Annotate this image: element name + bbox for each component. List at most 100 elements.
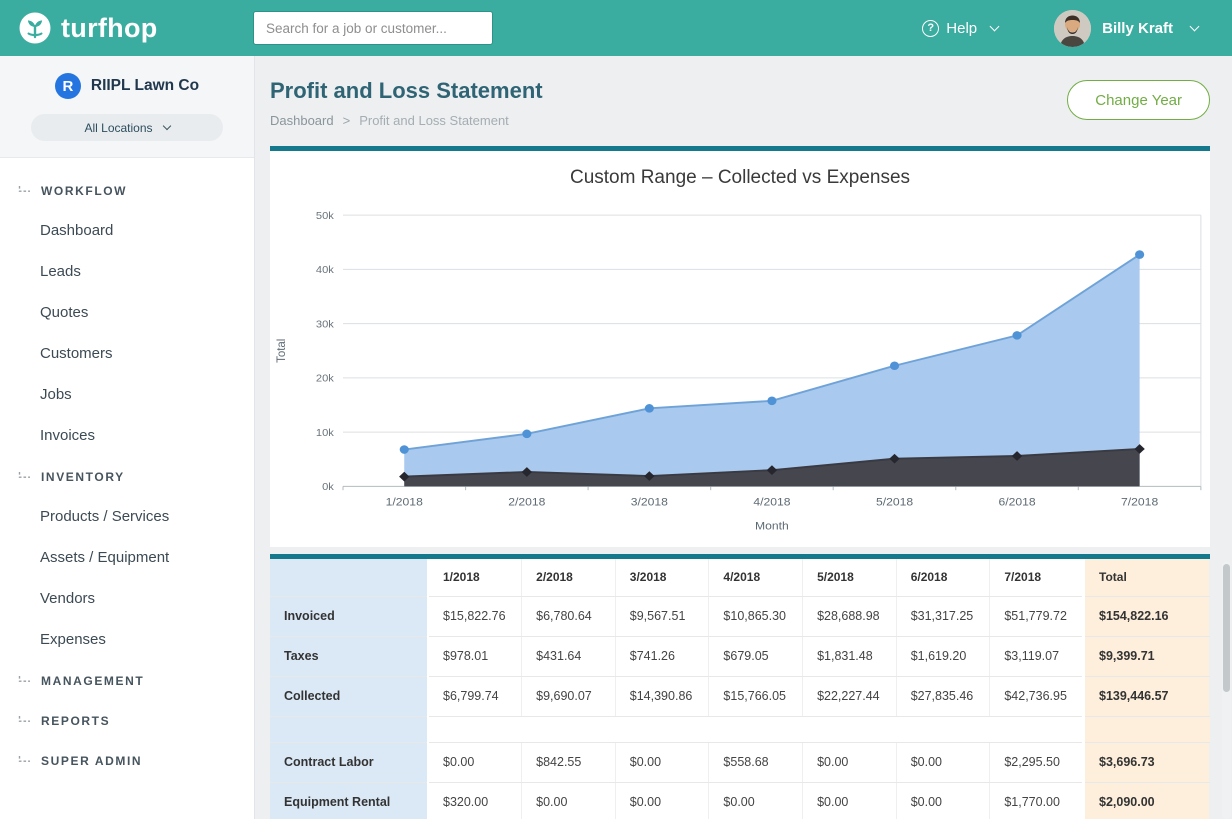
cell-value: $978.01 — [428, 636, 522, 676]
sidebar-section-inventory[interactable]: INVENTORY — [0, 456, 254, 496]
search-input[interactable] — [253, 11, 493, 45]
table-card: 1/20182/20183/20184/20185/20186/20187/20… — [270, 554, 1210, 819]
cell-value: $842.55 — [522, 742, 616, 782]
row-label: Taxes — [270, 636, 428, 676]
breadcrumb: Dashboard > Profit and Loss Statement — [270, 113, 543, 128]
breadcrumb-dashboard[interactable]: Dashboard — [270, 113, 334, 128]
row-total — [1084, 716, 1210, 742]
svg-text:2/2018: 2/2018 — [508, 495, 546, 509]
svg-text:5/2018: 5/2018 — [876, 495, 914, 509]
cell-value: $9,690.07 — [522, 676, 616, 716]
pl-table: 1/20182/20183/20184/20185/20186/20187/20… — [270, 559, 1210, 819]
table-row: Equipment Rental$320.00$0.00$0.00$0.00$0… — [270, 782, 1210, 819]
table-row: Collected$6,799.74$9,690.07$14,390.86$15… — [270, 676, 1210, 716]
scrollbar-thumb[interactable] — [1223, 564, 1230, 692]
month-header: 6/2018 — [896, 559, 990, 596]
sidebar-item-customers[interactable]: Customers — [0, 333, 254, 374]
help-label: Help — [946, 20, 977, 37]
chevron-down-icon — [1190, 21, 1200, 31]
cell-value: $31,317.25 — [896, 596, 990, 636]
month-header: 4/2018 — [709, 559, 803, 596]
svg-text:40k: 40k — [316, 264, 335, 276]
chart-card: Custom Range – Collected vs Expenses 0k1… — [270, 146, 1210, 547]
sidebar-section-management[interactable]: MANAGEMENT — [0, 660, 254, 700]
total-header: Total — [1084, 559, 1210, 596]
row-total: $139,446.57 — [1084, 676, 1210, 716]
cell-value: $431.64 — [522, 636, 616, 676]
cell-value: $15,766.05 — [709, 676, 803, 716]
chart-svg: 0k10k20k30k40k50k1/20182/20183/20184/201… — [270, 197, 1210, 537]
page-header: Profit and Loss Statement Dashboard > Pr… — [270, 56, 1210, 146]
turfhop-logo-icon — [18, 11, 52, 45]
svg-text:30k: 30k — [316, 319, 335, 331]
cell-value: $2,295.50 — [990, 742, 1084, 782]
svg-text:7/2018: 7/2018 — [1121, 495, 1159, 509]
cell-value — [615, 716, 709, 742]
sidebar-section-workflow[interactable]: WORKFLOW — [0, 170, 254, 210]
sidebar-item-dashboard[interactable]: Dashboard — [0, 210, 254, 251]
chevron-down-icon — [162, 122, 170, 130]
sidebar-item-quotes[interactable]: Quotes — [0, 292, 254, 333]
location-selector[interactable]: All Locations — [31, 114, 223, 141]
month-header: 2/2018 — [522, 559, 616, 596]
row-label-header — [270, 559, 428, 596]
cell-value: $320.00 — [428, 782, 522, 819]
sidebar-item-leads[interactable]: Leads — [0, 251, 254, 292]
user-menu[interactable]: Billy Kraft — [1054, 10, 1198, 47]
svg-text:4/2018: 4/2018 — [753, 495, 791, 509]
cell-value: $6,780.64 — [522, 596, 616, 636]
cell-value: $15,822.76 — [428, 596, 522, 636]
cell-value: $28,688.98 — [803, 596, 897, 636]
svg-text:6/2018: 6/2018 — [998, 495, 1036, 509]
sidebar: R RIIPL Lawn Co All Locations WORKFLOWDa… — [0, 56, 255, 819]
cell-value: $0.00 — [522, 782, 616, 819]
sidebar-section-super-admin[interactable]: SUPER ADMIN — [0, 740, 254, 780]
change-year-button[interactable]: Change Year — [1067, 80, 1210, 120]
company-name: RIIPL Lawn Co — [91, 77, 199, 95]
cell-value: $0.00 — [803, 782, 897, 819]
sidebar-section-label: INVENTORY — [41, 470, 125, 484]
sidebar-nav: WORKFLOW DashboardLeadsQuotesCustomersJob… — [0, 158, 254, 792]
cell-value: $558.68 — [709, 742, 803, 782]
avatar[interactable] — [1054, 10, 1091, 47]
cell-value — [428, 716, 522, 742]
table-row: Contract Labor$0.00$842.55$0.00$558.68$0… — [270, 742, 1210, 782]
brand-name: turfhop — [61, 13, 158, 44]
svg-text:50k: 50k — [316, 210, 335, 222]
sidebar-section-reports[interactable]: REPORTS — [0, 700, 254, 740]
location-selector-label: All Locations — [84, 121, 152, 135]
cell-value: $0.00 — [428, 742, 522, 782]
sidebar-section-label: WORKFLOW — [41, 184, 127, 198]
cell-value: $0.00 — [896, 742, 990, 782]
tree-branch-icon — [18, 756, 31, 767]
cell-value: $741.26 — [615, 636, 709, 676]
chevron-down-icon — [990, 21, 1000, 31]
svg-text:0k: 0k — [322, 481, 334, 493]
cell-value: $9,567.51 — [615, 596, 709, 636]
row-total: $154,822.16 — [1084, 596, 1210, 636]
month-header: 7/2018 — [990, 559, 1084, 596]
row-label: Collected — [270, 676, 428, 716]
cell-value: $27,835.46 — [896, 676, 990, 716]
user-name: Billy Kraft — [1102, 20, 1173, 37]
brand: turfhop — [18, 11, 253, 45]
sidebar-item-expenses[interactable]: Expenses — [0, 619, 254, 660]
table-scrollbar[interactable] — [1222, 561, 1231, 819]
table-header-row: 1/20182/20183/20184/20185/20186/20187/20… — [270, 559, 1210, 596]
table-row: Invoiced$15,822.76$6,780.64$9,567.51$10,… — [270, 596, 1210, 636]
sidebar-item-jobs[interactable]: Jobs — [0, 374, 254, 415]
cell-value — [990, 716, 1084, 742]
svg-text:1/2018: 1/2018 — [386, 495, 424, 509]
sidebar-section-label: SUPER ADMIN — [41, 754, 142, 768]
row-label: Equipment Rental — [270, 782, 428, 819]
sidebar-item-products-services[interactable]: Products / Services — [0, 496, 254, 537]
question-circle-icon: ? — [922, 20, 939, 37]
sidebar-item-vendors[interactable]: Vendors — [0, 578, 254, 619]
sidebar-item-invoices[interactable]: Invoices — [0, 415, 254, 456]
cell-value: $0.00 — [615, 742, 709, 782]
sidebar-item-assets-equipment[interactable]: Assets / Equipment — [0, 537, 254, 578]
svg-text:3/2018: 3/2018 — [631, 495, 669, 509]
help-menu[interactable]: ? Help — [922, 20, 998, 37]
cell-value: $10,865.30 — [709, 596, 803, 636]
cell-value: $3,119.07 — [990, 636, 1084, 676]
